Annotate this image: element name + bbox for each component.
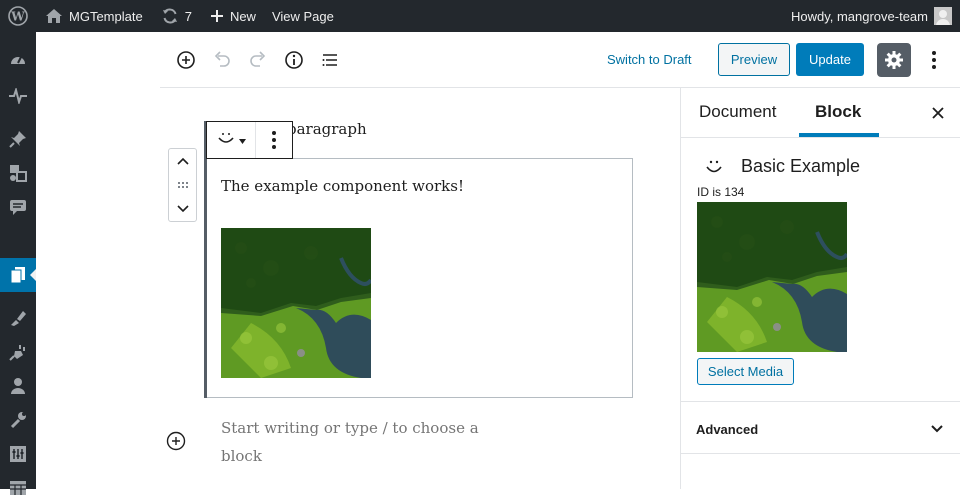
appearance-icon[interactable] bbox=[8, 308, 28, 328]
undo-icon[interactable] bbox=[210, 48, 234, 72]
mangrove-image-preview bbox=[697, 202, 847, 352]
more-vertical-icon[interactable] bbox=[922, 48, 946, 72]
switch-to-draft-button[interactable]: Switch to Draft bbox=[607, 52, 692, 67]
my-account[interactable]: Howdy, mangrove-team bbox=[791, 0, 952, 32]
site-name-link[interactable]: MGTemplate bbox=[38, 0, 150, 32]
home-icon bbox=[45, 8, 63, 24]
mangrove-image bbox=[221, 228, 371, 378]
block-mover bbox=[168, 148, 197, 222]
wordpress-logo-icon[interactable]: W bbox=[0, 0, 38, 32]
howdy-text: Howdy, mangrove-team bbox=[790, 8, 928, 24]
add-block-icon[interactable] bbox=[174, 48, 198, 72]
tools-icon[interactable] bbox=[8, 410, 28, 430]
comments-icon[interactable] bbox=[8, 197, 28, 217]
block-card: Basic Example ID is 134 Select Media bbox=[681, 138, 960, 402]
block-more-options-icon[interactable] bbox=[256, 122, 292, 158]
select-media-button[interactable]: Select Media bbox=[697, 358, 794, 385]
updates-count: 7 bbox=[184, 8, 192, 24]
drag-handle-icon[interactable] bbox=[169, 173, 196, 197]
basic-example-block[interactable]: The example component works! bbox=[207, 158, 633, 398]
close-icon[interactable] bbox=[929, 104, 947, 122]
block-type-switcher[interactable] bbox=[207, 122, 257, 158]
smiley-icon bbox=[217, 130, 235, 151]
updates-link[interactable]: 7 bbox=[154, 0, 199, 32]
updates-icon bbox=[161, 7, 179, 25]
settings-gear-icon[interactable] bbox=[877, 43, 911, 77]
smiley-icon bbox=[706, 160, 722, 173]
update-button[interactable]: Update bbox=[796, 43, 864, 76]
chevron-down-icon[interactable] bbox=[169, 197, 196, 221]
dashboard-icon[interactable] bbox=[8, 50, 28, 70]
chevron-down-icon bbox=[931, 425, 943, 433]
sidebar-tabs: Document Block bbox=[681, 88, 960, 138]
block-id-text: ID is 134 bbox=[697, 185, 745, 199]
chevron-up-icon[interactable] bbox=[169, 149, 196, 173]
editor-content: paragraph The example component works! S… bbox=[160, 88, 680, 489]
admin-bar: W MGTemplate 7 New View Page Howdy, mang… bbox=[0, 0, 960, 32]
users-icon[interactable] bbox=[8, 376, 28, 396]
tab-document[interactable]: Document bbox=[699, 102, 776, 122]
activity-icon[interactable] bbox=[8, 86, 28, 106]
advanced-panel-toggle[interactable]: Advanced bbox=[681, 402, 960, 454]
user-avatar-icon bbox=[934, 7, 952, 25]
default-block-appender[interactable]: Start writing or type / to choose a bloc… bbox=[221, 414, 511, 470]
info-icon[interactable] bbox=[282, 48, 306, 72]
admin-menu bbox=[0, 32, 36, 495]
advanced-label: Advanced bbox=[696, 422, 759, 437]
active-tab-indicator bbox=[799, 133, 879, 137]
view-page-link[interactable]: View Page bbox=[265, 0, 341, 32]
block-toolbar bbox=[206, 121, 293, 159]
svg-text:W: W bbox=[10, 10, 25, 24]
pin-icon[interactable] bbox=[8, 129, 28, 149]
outline-icon[interactable] bbox=[318, 48, 342, 72]
pages-icon[interactable] bbox=[8, 265, 28, 285]
preview-button[interactable]: Preview bbox=[718, 43, 790, 76]
paragraph-block-behind[interactable]: paragraph bbox=[287, 120, 367, 138]
caret-down-icon bbox=[238, 131, 246, 149]
site-name: MGTemplate bbox=[69, 8, 143, 24]
view-page-label: View Page bbox=[271, 8, 334, 24]
media-icon[interactable] bbox=[8, 163, 28, 183]
editor-header: Switch to Draft Preview Update bbox=[160, 32, 960, 88]
plus-icon bbox=[210, 9, 224, 23]
block-text: The example component works! bbox=[221, 177, 464, 195]
new-label: New bbox=[229, 8, 256, 24]
block-card-title: Basic Example bbox=[741, 156, 861, 176]
plugins-icon[interactable] bbox=[8, 342, 28, 362]
new-content-link[interactable]: New bbox=[203, 0, 263, 32]
table-icon[interactable] bbox=[8, 448, 28, 468]
redo-icon[interactable] bbox=[246, 48, 270, 72]
table-icon[interactable] bbox=[8, 478, 28, 498]
inserter-plus-icon[interactable] bbox=[166, 431, 186, 451]
settings-sidebar: Document Block Basic Example ID is 134 S… bbox=[680, 88, 960, 489]
tab-block[interactable]: Block bbox=[815, 102, 861, 122]
